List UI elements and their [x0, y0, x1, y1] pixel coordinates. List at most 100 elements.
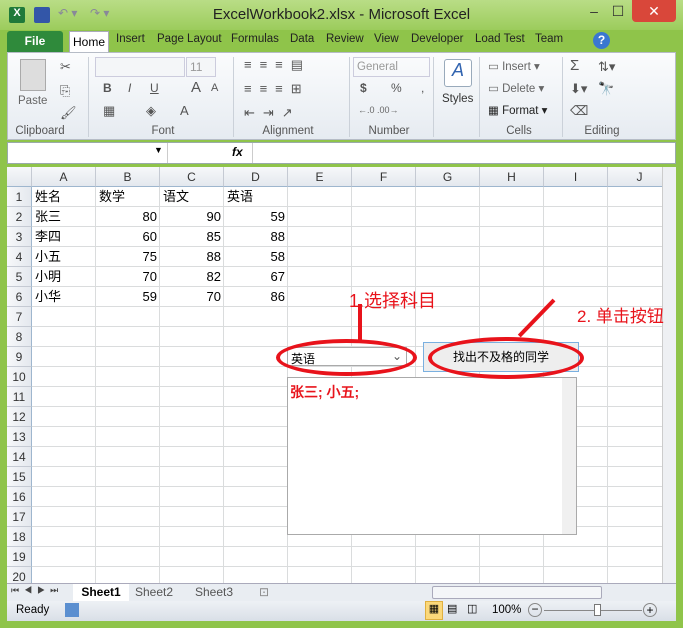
- grid-cell[interactable]: [32, 347, 96, 367]
- currency-button[interactable]: $: [360, 81, 367, 95]
- row-header-20[interactable]: 20: [7, 567, 32, 583]
- grid-cell[interactable]: [32, 547, 96, 567]
- column-header-g[interactable]: G: [416, 167, 480, 187]
- column-header-d[interactable]: D: [224, 167, 288, 187]
- grid-cell[interactable]: [32, 567, 96, 583]
- data-cell[interactable]: 70: [96, 267, 160, 287]
- data-cell[interactable]: 小五: [32, 247, 96, 267]
- comma-button[interactable]: ,: [421, 81, 424, 95]
- help-icon[interactable]: ?: [593, 32, 610, 49]
- column-header-h[interactable]: H: [480, 167, 544, 187]
- zoom-slider-thumb[interactable]: [594, 604, 601, 616]
- grid-cell[interactable]: [160, 367, 224, 387]
- grid-cell[interactable]: [288, 267, 352, 287]
- grid-cell[interactable]: [416, 187, 480, 207]
- grid-cell[interactable]: [416, 247, 480, 267]
- column-header-e[interactable]: E: [288, 167, 352, 187]
- data-cell[interactable]: 张三: [32, 207, 96, 227]
- tab-team[interactable]: Team: [535, 33, 563, 45]
- grid-cell[interactable]: [288, 567, 352, 583]
- grid-cell[interactable]: [96, 347, 160, 367]
- zoom-out-button[interactable]: −: [528, 603, 542, 617]
- normal-view-icon[interactable]: ▦: [425, 601, 443, 620]
- grid-cell[interactable]: [352, 547, 416, 567]
- column-header-j[interactable]: J: [608, 167, 662, 187]
- grid-cell[interactable]: [96, 507, 160, 527]
- paste-icon[interactable]: [20, 59, 46, 91]
- grid-cell[interactable]: [352, 227, 416, 247]
- data-cell[interactable]: 75: [96, 247, 160, 267]
- data-cell[interactable]: 小华: [32, 287, 96, 307]
- grid-cell[interactable]: [224, 567, 288, 583]
- shrink-font-button[interactable]: A: [211, 82, 218, 94]
- grid-cell[interactable]: [480, 567, 544, 583]
- grid-cell[interactable]: [544, 547, 608, 567]
- row-header-5[interactable]: 5: [7, 267, 32, 287]
- grid-cell[interactable]: [288, 247, 352, 267]
- name-box[interactable]: [8, 143, 168, 163]
- delete-cells-button[interactable]: ▭ Delete ▾: [488, 81, 544, 95]
- grid-cell[interactable]: [96, 567, 160, 583]
- grid-cell[interactable]: [352, 567, 416, 583]
- tab-data[interactable]: Data: [290, 33, 314, 45]
- formula-input[interactable]: [252, 143, 662, 163]
- close-button[interactable]: ✕: [632, 0, 676, 22]
- row-header-16[interactable]: 16: [7, 487, 32, 507]
- grid-cell[interactable]: [544, 207, 608, 227]
- data-cell[interactable]: 59: [224, 207, 288, 227]
- bold-button[interactable]: B: [103, 81, 112, 95]
- tab-view[interactable]: View: [374, 33, 399, 45]
- grid-cell[interactable]: [224, 427, 288, 447]
- insert-sheet-icon[interactable]: ⊡: [259, 585, 269, 599]
- grid-cell[interactable]: [96, 327, 160, 347]
- insert-cells-button[interactable]: ▭ Insert ▾: [488, 59, 540, 73]
- sheet-tab-3[interactable]: Sheet3: [195, 585, 233, 599]
- grid-cell[interactable]: [160, 427, 224, 447]
- grid-cell[interactable]: [480, 187, 544, 207]
- data-cell[interactable]: 80: [96, 207, 160, 227]
- grid-cell[interactable]: [32, 387, 96, 407]
- tab-formulas[interactable]: Formulas: [231, 33, 279, 45]
- grid-cell[interactable]: [352, 207, 416, 227]
- font-size-select[interactable]: 11: [186, 57, 216, 77]
- tab-review[interactable]: Review: [326, 33, 364, 45]
- grid-cell[interactable]: [96, 487, 160, 507]
- grid-cell[interactable]: [608, 407, 662, 427]
- grid-cell[interactable]: [544, 227, 608, 247]
- horizontal-align-icons[interactable]: ≡≡≡⊞: [244, 81, 310, 97]
- grid-cell[interactable]: [32, 307, 96, 327]
- styles-icon[interactable]: A: [444, 59, 472, 87]
- column-header-a[interactable]: A: [32, 167, 96, 187]
- percent-button[interactable]: %: [391, 81, 402, 95]
- grid-cell[interactable]: [288, 207, 352, 227]
- grid-cell[interactable]: [224, 507, 288, 527]
- data-cell[interactable]: 59: [96, 287, 160, 307]
- row-header-6[interactable]: 6: [7, 287, 32, 307]
- number-format-select[interactable]: General: [353, 57, 430, 77]
- grid-cell[interactable]: [224, 487, 288, 507]
- tab-insert[interactable]: Insert: [116, 33, 145, 45]
- grid-cell[interactable]: [160, 567, 224, 583]
- page-layout-view-icon[interactable]: ▤: [447, 602, 457, 615]
- grid-cell[interactable]: [544, 267, 608, 287]
- grid-cell[interactable]: [96, 547, 160, 567]
- sheet-tab-2[interactable]: Sheet2: [135, 585, 173, 599]
- grid-cell[interactable]: [544, 567, 608, 583]
- column-header-c[interactable]: C: [160, 167, 224, 187]
- row-header-9[interactable]: 9: [7, 347, 32, 367]
- grid-cell[interactable]: [480, 547, 544, 567]
- clear-icon[interactable]: ⌫: [570, 103, 588, 119]
- row-header-15[interactable]: 15: [7, 467, 32, 487]
- grid-cell[interactable]: [480, 247, 544, 267]
- row-header-3[interactable]: 3: [7, 227, 32, 247]
- grid-cell[interactable]: [288, 547, 352, 567]
- row-header-7[interactable]: 7: [7, 307, 32, 327]
- grid-cell[interactable]: [160, 467, 224, 487]
- tab-load-test[interactable]: Load Test: [475, 33, 525, 45]
- vertical-scrollbar[interactable]: [662, 167, 676, 583]
- minimize-button[interactable]: –: [583, 0, 605, 22]
- grid-cell[interactable]: [480, 267, 544, 287]
- data-cell[interactable]: 85: [160, 227, 224, 247]
- vertical-align-icons[interactable]: ≡≡≡▤: [244, 57, 311, 73]
- select-all-corner[interactable]: [7, 167, 32, 187]
